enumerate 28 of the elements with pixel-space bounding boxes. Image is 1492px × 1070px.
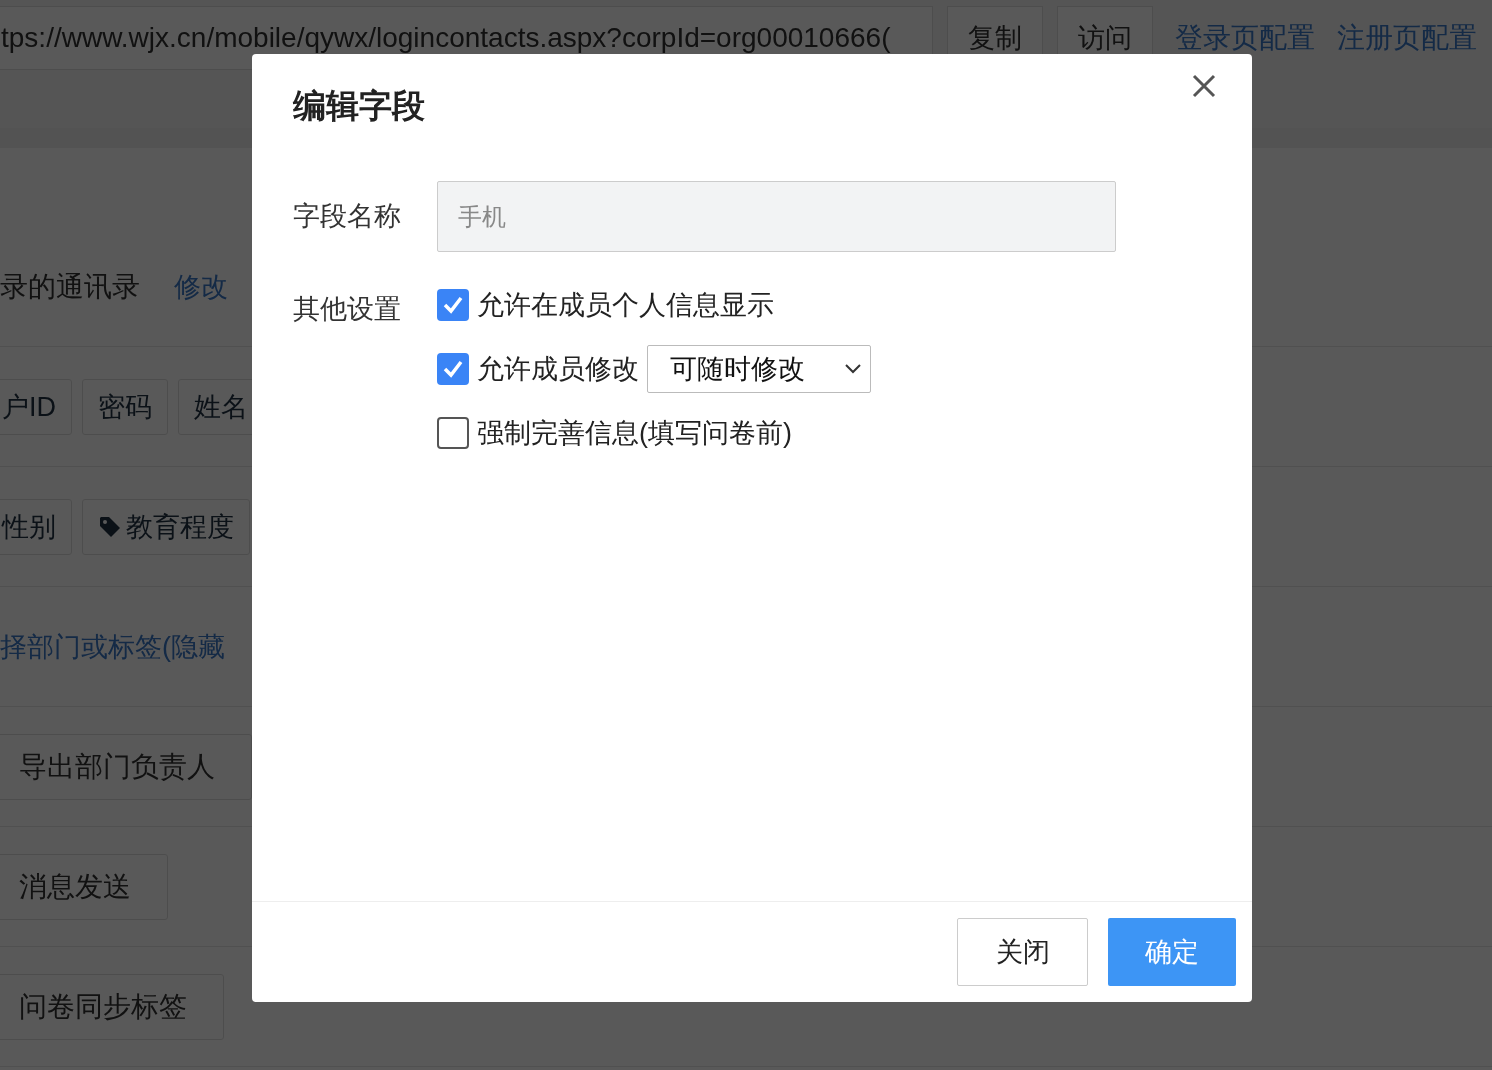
edit-mode-select[interactable]: 可随时修改: [647, 345, 871, 393]
field-tag[interactable]: 教育程度: [82, 498, 250, 555]
field-label: 字段名称: [293, 200, 402, 233]
field-tag[interactable]: 密码: [82, 378, 168, 435]
action-button[interactable]: 导出部门负责人: [0, 733, 252, 800]
tag-icon: [98, 514, 122, 539]
field-label: 其他设置: [293, 293, 402, 326]
confirm-button[interactable]: 确定: [1108, 918, 1236, 986]
option-label: 强制完善信息(填写问卷前): [477, 417, 792, 450]
checkbox[interactable]: [437, 289, 469, 321]
close-icon[interactable]: [1190, 72, 1218, 100]
chevron-down-icon: [844, 363, 862, 375]
check-icon: [442, 358, 464, 380]
field-tag[interactable]: 户ID: [0, 378, 72, 435]
row-text: 录的通讯录: [0, 269, 140, 304]
field-tag[interactable]: 性别: [0, 498, 72, 555]
cancel-button[interactable]: 关闭: [957, 918, 1088, 986]
dialog-title: 编辑字段: [293, 86, 425, 126]
checkbox[interactable]: [437, 353, 469, 385]
check-icon: [442, 294, 464, 316]
action-button[interactable]: 问卷同步标签: [0, 973, 224, 1040]
config-link[interactable]: 注册页配置: [1337, 6, 1477, 70]
option-label: 允许成员修改: [477, 353, 639, 386]
action-button[interactable]: 消息发送: [0, 853, 168, 920]
checkbox[interactable]: [437, 417, 469, 449]
edit-link[interactable]: 修改: [174, 268, 228, 305]
option-label: 允许在成员个人信息显示: [477, 289, 774, 322]
select-link[interactable]: 择部门或标签(隐藏: [0, 628, 225, 665]
